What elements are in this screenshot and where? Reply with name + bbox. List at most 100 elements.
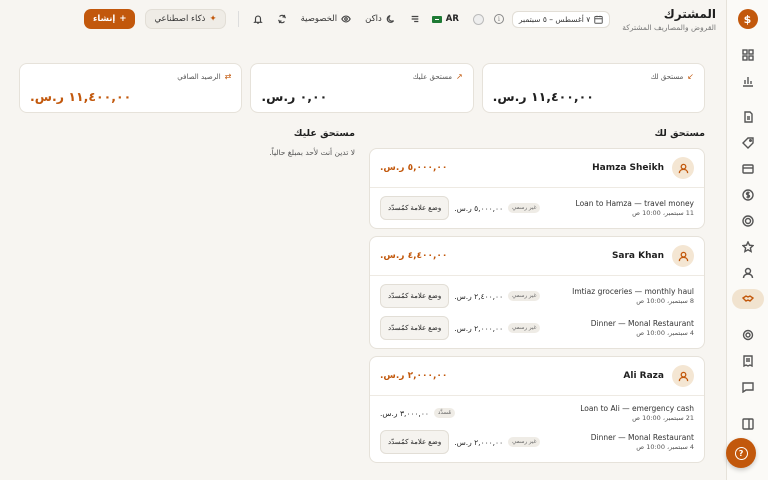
net-balance-label-row: ⇄ الرصيد الصافي [30,72,231,81]
menu-button[interactable] [410,14,420,24]
sidebar-item-contacts[interactable] [732,263,764,283]
sidebar-item-tags[interactable] [732,133,764,153]
sidebar-item-money[interactable] [732,185,764,205]
theme-toggle[interactable]: داكن [365,14,396,24]
transaction-row: Loan to Ali — emergency cash 21 سبتمبر، … [370,396,704,426]
mark-paid-button[interactable]: وضع علامة كمُسدّد [380,430,450,454]
transaction-amount: ٢,٤٠٠,٠٠ ر.س. [454,291,504,301]
person-total: ٤,٤٠٠,٠٠ ر.س. [380,251,448,261]
transaction-info: Loan to Ali — emergency cash 21 سبتمبر، … [580,404,694,422]
arrow-down-left-icon: ↙ [687,72,694,81]
person-card: Ali Raza ٢,٠٠٠,٠٠ ر.س. Loan to Ali — eme… [369,356,705,463]
sidebar-item-settings[interactable] [732,325,764,345]
sidebar-item-documents[interactable] [732,107,764,127]
transaction-title: Dinner — Monal Restaurant [590,433,694,442]
owed-to-you-label-row: ↙ مستحق لك [493,72,694,81]
you-owe-section: مستحق عليك لا تدين أنت لأحد بمبلغ حالياً… [19,128,355,157]
ai-label: ذكاء اصطناعي [154,14,206,24]
owed-to-you-label: مستحق لك [650,72,684,81]
flag-icon [431,15,442,23]
sidebar-item-wallet[interactable] [732,159,764,179]
status-badge: مُسدَّد [433,408,456,418]
date-range-label: ٧ أغسطس – ٥ سبتمبر [518,14,591,24]
user-icon [678,371,688,381]
transaction-actions: غير رسمي ٢,٤٠٠,٠٠ ر.س. وضع علامة كمُسدّد [380,284,541,308]
you-owe-empty-text: لا تدين أنت لأحد بمبلغ حالياً. [269,148,355,157]
sidebar-item-reports[interactable] [732,71,764,91]
notifications-button[interactable] [252,14,263,24]
theme-label: داكن [365,14,382,24]
mark-paid-button[interactable]: وضع علامة كمُسدّد [380,284,450,308]
bar-chart-icon [742,77,753,87]
privacy-label: الخصوصية [300,14,338,24]
menu-lines-icon [411,15,419,23]
person-total: ٢,٠٠٠,٠٠ ر.س. [380,371,448,381]
moon-icon [386,15,394,23]
bell-icon [252,15,263,24]
privacy-toggle[interactable]: الخصوصية [301,14,352,24]
person-header: Hamza Sheikh ٥,٠٠٠,٠٠ ر.س. [370,149,704,188]
transaction-title: Imtiaz groceries — monthly haul [572,287,694,296]
transaction-actions: غير رسمي ٢,٠٠٠,٠٠ ر.س. وضع علامة كمُسدّد [380,316,541,340]
mark-paid-button[interactable]: وضع علامة كمُسدّد [380,196,450,220]
eye-icon [341,15,351,23]
person-card: Hamza Sheikh ٥,٠٠٠,٠٠ ر.س. Loan to Hamza… [369,148,705,229]
transaction-date: 8 سبتمبر، 10:00 ص [636,297,694,305]
help-button[interactable]: ? [726,438,756,468]
mark-paid-button[interactable]: وضع علامة كمُسدّد [380,316,450,340]
page-subtitle: القروض والمصاريف المشتركة [622,22,716,32]
dollar-circle-icon [741,189,754,201]
sidebar-collapse[interactable] [732,414,764,434]
transaction-info: Imtiaz groceries — monthly haul 8 سبتمبر… [572,287,694,305]
transaction-row: Imtiaz groceries — monthly haul 8 سبتمبر… [370,276,704,312]
net-balance-label: الرصيد الصافي [177,72,221,81]
sidebar-item-feedback[interactable] [732,377,764,397]
person-total: ٥,٠٠٠,٠٠ ر.س. [380,163,448,173]
date-range-picker[interactable]: ٧ أغسطس – ٥ سبتمبر [511,10,611,28]
sidebar-item-shared[interactable] [731,289,764,309]
create-button[interactable]: + إنشاء [84,9,136,29]
status-badge: غير رسمي [508,437,541,447]
sidebar-item-favorites[interactable] [732,237,764,257]
transaction-date: 4 سبتمبر، 10:00 ص [636,329,694,337]
status-circle[interactable] [472,13,484,25]
create-label: إنشاء [93,14,116,24]
owed-to-you-title: مستحق لك [654,128,705,139]
person-identity: Sara Khan [612,245,694,267]
document-icon [743,111,753,123]
transaction-title: Loan to Hamza — travel money [575,199,694,208]
transaction-actions: غير رسمي ٢,٠٠٠,٠٠ ر.س. وضع علامة كمُسدّد [380,430,541,454]
you-owe-title: مستحق عليك [293,128,355,139]
status-badge: غير رسمي [508,203,541,213]
transaction-amount: ٢,٠٠٠,٠٠ ر.س. [454,437,504,447]
transaction-info: Loan to Hamza — travel money 11 سبتمبر، … [576,199,694,217]
message-icon [741,382,754,393]
person-name: Sara Khan [611,251,664,261]
info-icon[interactable]: i [493,14,504,24]
app-logo[interactable]: $ [737,9,758,29]
calendar-icon [594,15,603,24]
transaction-amount: ٥,٠٠٠,٠٠ ر.س. [454,203,504,213]
sidebar-item-goals[interactable] [732,211,764,231]
transaction-amount: ٣,٠٠٠,٠٠ ر.س. [380,408,429,418]
you-owe-value: ٠,٠٠ ر.س. [261,89,328,104]
net-balance-value: ١١,٤٠٠,٠٠ ر.س. [30,89,132,104]
gear-icon [742,329,753,341]
ai-button[interactable]: ✦ ذكاء اصطناعي [145,9,226,29]
sidebar-item-dashboard[interactable] [732,45,764,65]
status-badge: غير رسمي [508,291,541,301]
language-switcher[interactable]: AR [431,14,459,24]
arrow-up-right-icon: ↗ [455,72,463,81]
target-icon [741,215,754,227]
status-badge: غير رسمي [508,323,541,333]
person-name: Ali Raza [623,371,664,381]
refresh-icon [277,14,286,24]
transaction-row: Loan to Hamza — travel money 11 سبتمبر، … [370,188,704,224]
sidebar-item-receipts[interactable] [732,351,764,371]
transaction-date: 11 سبتمبر، 10:00 ص [632,209,694,217]
wallet-icon [741,164,754,174]
refresh-button[interactable] [277,14,287,24]
user-icon [678,251,688,261]
person-header: Ali Raza ٢,٠٠٠,٠٠ ر.س. [370,357,704,396]
handshake-icon [741,295,754,302]
